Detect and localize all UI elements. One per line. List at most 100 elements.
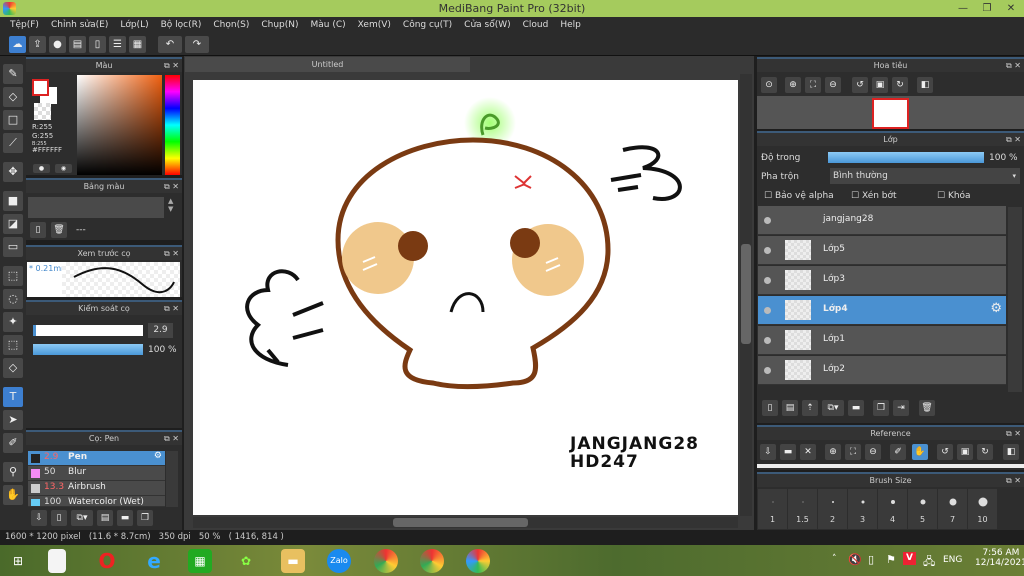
vivaldi-tray-icon[interactable]: V (903, 552, 916, 565)
visibility-icon[interactable] (764, 307, 771, 314)
zoom-out-icon[interactable]: ⊖ (865, 444, 881, 460)
saturation-value-picker[interactable] (77, 75, 162, 175)
cloud-icon[interactable]: ☁ (9, 36, 26, 53)
brush-item-airbrush[interactable]: 13.3 Airbrush (28, 481, 165, 496)
brush-item-watercolor[interactable]: 100 Watercolor (Wet) (28, 496, 165, 507)
menu-filter[interactable]: Bộ lọc(R) (155, 17, 208, 33)
transparent-swatch[interactable] (34, 103, 51, 120)
hand-icon[interactable]: ✋ (912, 444, 928, 460)
menu-tools[interactable]: Công cụ(T) (397, 17, 458, 33)
rotate-left-icon[interactable]: ↺ (852, 77, 868, 93)
redo-icon[interactable]: ↷ (185, 36, 209, 53)
text-tool-icon[interactable]: T (3, 387, 23, 407)
layer-item[interactable]: jangjang28 (758, 206, 1006, 235)
action-center-icon[interactable]: ⚑ (886, 553, 896, 566)
menu-cloud[interactable]: Cloud (517, 17, 555, 33)
file-icon[interactable] (48, 549, 66, 573)
zoom-actual-icon[interactable]: ⊙ (761, 77, 777, 93)
maximize-button[interactable]: ❐ (976, 0, 998, 17)
undo-icon[interactable]: ↶ (158, 36, 182, 53)
brush-list-scrollbar[interactable] (166, 451, 178, 507)
divide-tool-icon[interactable]: ✐ (3, 433, 23, 453)
layer-item-selected[interactable]: Lớp4 ⚙ (758, 296, 1006, 325)
close-reference-icon[interactable]: ✕ (800, 444, 816, 460)
tray-overflow-icon[interactable]: ˄ (832, 554, 837, 564)
minimize-button[interactable]: — (952, 0, 974, 17)
merge-layer-icon[interactable]: ⇥ (893, 400, 909, 416)
menu-file[interactable]: Tệp(F) (4, 17, 45, 33)
layer-opacity-slider[interactable] (828, 152, 984, 163)
zoom-in-icon[interactable]: ⊕ (785, 77, 801, 93)
panel-close-icon[interactable]: ⧉ ✕ (164, 59, 179, 72)
gradient-tool-icon[interactable]: ▭ (3, 237, 23, 257)
brush-size-option[interactable]: 1 (758, 489, 787, 529)
hand-tool-icon[interactable]: ✋ (3, 485, 23, 505)
rotate-right-icon[interactable]: ↻ (892, 77, 908, 93)
add-brush-dropdown-icon[interactable]: ⧉▾ (71, 510, 93, 526)
reset-rotation-icon[interactable]: ▣ (872, 77, 888, 93)
brush-size-option[interactable]: 5 (908, 489, 937, 529)
hue-slider[interactable] (165, 75, 180, 175)
page-icon[interactable]: ▯ (89, 36, 106, 53)
panel-close-icon[interactable]: ⧉ ✕ (1006, 133, 1021, 146)
brush-item-blur[interactable]: 50 Blur (28, 466, 165, 481)
visibility-icon[interactable] (764, 367, 771, 374)
panel-close-icon[interactable]: ⧉ ✕ (1006, 59, 1021, 72)
rotate-right-icon[interactable]: ↻ (977, 444, 993, 460)
brush-size-option[interactable]: 7 (938, 489, 967, 529)
opera-icon[interactable]: O (95, 549, 119, 573)
layer-item[interactable]: Lớp2 (758, 356, 1006, 385)
network-icon[interactable]: 🖧 (923, 553, 935, 572)
delete-palette-icon[interactable]: 🗑 (51, 222, 67, 238)
visibility-icon[interactable] (764, 247, 771, 254)
cloud-download-icon[interactable]: ⇩ (760, 444, 776, 460)
lasso-tool-icon[interactable]: ◌ (3, 289, 23, 309)
volume-muted-icon[interactable]: 🔇 (848, 553, 862, 566)
panel-close-icon[interactable]: ⧉ ✕ (1006, 427, 1021, 440)
menu-help[interactable]: Help (554, 17, 587, 33)
grid-icon[interactable]: ▦ (129, 36, 146, 53)
menu-view[interactable]: Xem(V) (352, 17, 397, 33)
add-layer-dropdown-icon[interactable]: ⧉▾ (822, 400, 844, 416)
brush-size-option[interactable]: 2 (818, 489, 847, 529)
operation-tool-icon[interactable]: ➤ (3, 410, 23, 430)
gear-icon[interactable]: ⚙ (154, 451, 162, 461)
eyedropper-icon[interactable]: ✐ (890, 444, 906, 460)
cloud-download-icon[interactable]: ⇩ (31, 510, 47, 526)
horizontal-scroll-thumb[interactable] (393, 518, 528, 527)
brush-size-option[interactable]: 1.5 (788, 489, 817, 529)
layer-item[interactable]: Lớp5 (758, 236, 1006, 265)
brush-script-icon[interactable]: ▤ (97, 510, 113, 526)
vertical-scrollbar[interactable] (740, 74, 752, 516)
share-icon[interactable]: ⇪ (29, 36, 46, 53)
brush-size-option[interactable]: 3 (848, 489, 877, 529)
color-mode-button[interactable]: ● (33, 164, 50, 173)
message-icon[interactable]: ▤ (69, 36, 86, 53)
clock[interactable]: 7:56 AM 12/14/2021 (975, 548, 1024, 568)
primary-color-swatch[interactable] (32, 79, 49, 96)
gear-icon[interactable]: ⚙ (990, 301, 1002, 316)
menu-layer[interactable]: Lớp(L) (114, 17, 154, 33)
new-layer-icon[interactable]: ▯ (762, 400, 778, 416)
open-folder-icon[interactable]: ▬ (780, 444, 796, 460)
horizontal-scrollbar[interactable] (193, 517, 738, 528)
menu-select[interactable]: Chọn(S) (207, 17, 255, 33)
color-picker-button[interactable]: ◉ (55, 164, 72, 173)
drawing-canvas[interactable]: JANGJANG28 HD247 (193, 80, 738, 515)
duplicate-layer-icon[interactable]: ❐ (873, 400, 889, 416)
visibility-icon[interactable] (764, 337, 771, 344)
flip-icon[interactable]: ◧ (1003, 444, 1019, 460)
menu-color[interactable]: Màu (C) (305, 17, 352, 33)
new-halftone-layer-icon[interactable]: ▤ (782, 400, 798, 416)
panel-close-icon[interactable]: ⧉ ✕ (164, 302, 179, 315)
battery-icon[interactable]: ▯ (868, 553, 874, 566)
close-button[interactable]: ✕ (1000, 0, 1022, 17)
language-indicator[interactable]: ENG (943, 555, 962, 565)
visibility-icon[interactable] (764, 217, 771, 224)
fill-rect-tool-icon[interactable]: ■ (3, 191, 23, 211)
panel-close-icon[interactable]: ⧉ ✕ (164, 180, 179, 193)
chrome-profile-icon[interactable] (420, 549, 444, 573)
magic-wand-tool-icon[interactable]: ✦ (3, 312, 23, 332)
select-pen-tool-icon[interactable]: ⬚ (3, 335, 23, 355)
new-8bit-layer-icon[interactable]: ⇡ (802, 400, 818, 416)
